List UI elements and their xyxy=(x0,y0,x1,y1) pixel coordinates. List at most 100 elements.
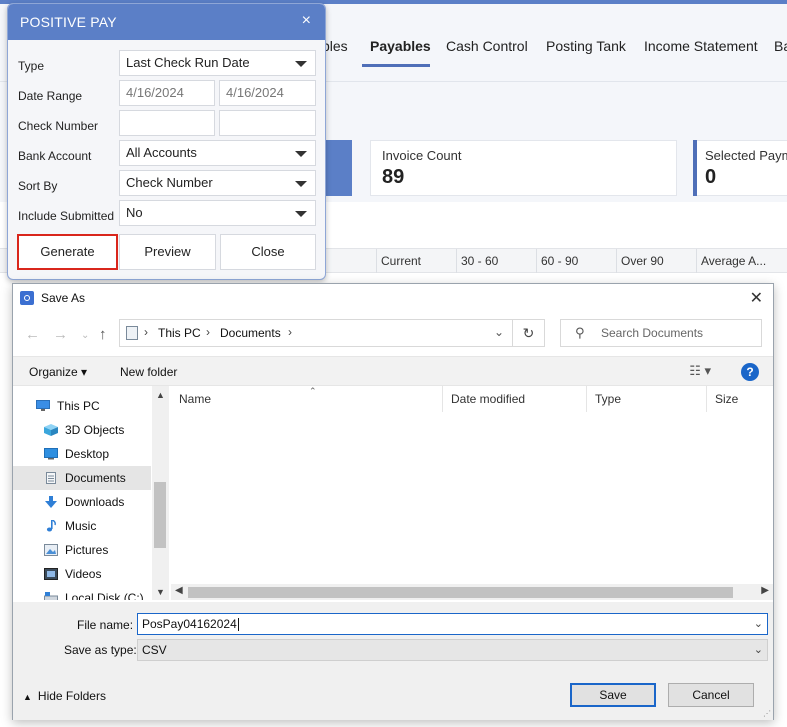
chevron-down-icon[interactable]: ⌄ xyxy=(494,325,504,339)
up-arrow-icon[interactable]: ↑ xyxy=(99,326,107,343)
column-average-age[interactable]: Average A... xyxy=(696,249,776,273)
forward-arrow-icon[interactable]: → xyxy=(53,326,68,343)
selected-payments-label: Selected Paym xyxy=(705,148,787,163)
scroll-left-icon[interactable]: ◀ xyxy=(175,585,183,596)
tree-item-label: Local Disk (C:) xyxy=(65,591,144,600)
invoice-count-card: Invoice Count 89 xyxy=(370,140,677,196)
resize-grip-icon[interactable]: ⋰ xyxy=(763,709,771,718)
breadcrumb-separator-icon[interactable]: › xyxy=(288,325,292,339)
column-name[interactable]: Name xyxy=(171,386,443,412)
chevron-down-icon[interactable]: ⌄ xyxy=(754,614,763,634)
type-value: Last Check Run Date xyxy=(126,55,250,70)
tab-balance[interactable]: Ba xyxy=(774,38,787,54)
date-from-field[interactable]: 4/16/2024 xyxy=(119,80,215,106)
column-30-60[interactable]: 30 - 60 xyxy=(456,249,536,273)
active-tab-indicator xyxy=(362,64,430,67)
new-folder-button[interactable]: New folder xyxy=(120,365,177,379)
address-bar[interactable]: › This PC › Documents › ⌄ ↻ xyxy=(119,319,545,347)
scroll-down-icon[interactable]: ▼ xyxy=(156,587,165,597)
tree-item-downloads[interactable]: Downloads xyxy=(13,490,151,514)
file-name-input[interactable]: PosPay04162024 ⌄ xyxy=(137,613,768,635)
tab-payables[interactable]: Payables xyxy=(370,38,431,54)
breadcrumb-this-pc[interactable]: This PC xyxy=(158,326,201,340)
column-over-90[interactable]: Over 90 xyxy=(616,249,696,273)
generate-button[interactable]: Generate xyxy=(17,234,118,270)
back-arrow-icon[interactable]: ← xyxy=(25,326,40,343)
scrollbar-thumb[interactable] xyxy=(154,482,166,548)
hide-folders-label: Hide Folders xyxy=(37,689,106,703)
save-button[interactable]: Save xyxy=(570,683,656,707)
column-current[interactable]: Current xyxy=(376,249,456,273)
folder-icon xyxy=(126,326,138,340)
positive-pay-title: POSITIVE PAY xyxy=(20,14,117,30)
tab-posting-tank[interactable]: Posting Tank xyxy=(546,38,626,54)
hide-folders-button[interactable]: ▲ Hide Folders xyxy=(23,689,106,703)
include-submitted-select[interactable]: No xyxy=(119,200,316,226)
view-options-icon[interactable]: ☷ ▾ xyxy=(689,363,711,379)
card-accent xyxy=(693,140,697,196)
sort-ascending-icon: ⌃ xyxy=(309,386,317,396)
tree-item-local-disk[interactable]: Local Disk (C:) xyxy=(13,586,151,600)
chevron-down-icon: ⌄ xyxy=(753,644,763,656)
close-icon[interactable]: × xyxy=(302,12,311,30)
recent-chevron-icon[interactable]: ⌄ xyxy=(81,330,89,341)
check-number-to-field[interactable] xyxy=(219,110,316,136)
refresh-icon[interactable]: ↻ xyxy=(512,320,544,346)
file-name-label: File name: xyxy=(77,618,134,632)
date-range-label: Date Range xyxy=(18,89,83,103)
disk-icon xyxy=(44,592,58,600)
tree-item-label: Desktop xyxy=(65,447,110,461)
bank-account-select[interactable]: All Accounts xyxy=(119,140,316,166)
type-select[interactable]: Last Check Run Date xyxy=(119,50,316,76)
check-number-label: Check Number xyxy=(18,119,99,133)
positive-pay-titlebar: POSITIVE PAY × xyxy=(8,4,325,40)
scrollbar-thumb[interactable] xyxy=(188,587,733,598)
file-name-value: PosPay04162024 xyxy=(142,617,237,631)
tree-item-documents[interactable]: Documents xyxy=(13,466,151,490)
tab-cash-control[interactable]: Cash Control xyxy=(446,38,528,54)
column-type[interactable]: Type xyxy=(587,386,707,412)
column-size[interactable]: Size xyxy=(707,386,773,412)
chevron-down-icon xyxy=(295,61,307,67)
tree-item-this-pc[interactable]: This PC xyxy=(13,394,151,418)
tree-scrollbar[interactable]: ▲ ▼ xyxy=(152,386,169,600)
close-button[interactable]: Close xyxy=(220,234,316,270)
tree-item-music[interactable]: Music xyxy=(13,514,151,538)
breadcrumb-separator-icon[interactable]: › xyxy=(206,325,210,339)
selected-payments-value: 0 xyxy=(705,166,717,188)
organize-button[interactable]: Organize ▾ xyxy=(29,365,87,379)
computer-icon xyxy=(36,400,50,411)
scroll-up-icon[interactable]: ▲ xyxy=(156,390,165,400)
bank-account-value: All Accounts xyxy=(126,145,197,160)
search-icon: ⚲ xyxy=(575,325,585,340)
tree-item-3d-objects[interactable]: 3D Objects xyxy=(13,418,151,442)
desktop-icon xyxy=(44,448,58,460)
save-type-select[interactable]: CSV ⌄ xyxy=(137,639,768,661)
invoice-count-value: 89 xyxy=(382,166,405,188)
invoice-count-label: Invoice Count xyxy=(382,148,462,163)
date-to-field[interactable]: 4/16/2024 xyxy=(219,80,316,106)
positive-pay-dialog: POSITIVE PAY × Type Last Check Run Date … xyxy=(7,3,326,280)
scroll-right-icon[interactable]: ▶ xyxy=(761,585,769,596)
close-icon[interactable]: ✕ xyxy=(750,288,763,308)
bank-account-label: Bank Account xyxy=(18,149,92,163)
preview-button[interactable]: Preview xyxy=(119,234,216,270)
column-60-90[interactable]: 60 - 90 xyxy=(536,249,616,273)
breadcrumb-separator-icon[interactable]: › xyxy=(144,325,148,339)
breadcrumb-documents[interactable]: Documents xyxy=(220,326,281,340)
tree-item-videos[interactable]: Videos xyxy=(13,562,151,586)
save-type-label: Save as type: xyxy=(64,643,137,657)
sort-by-select[interactable]: Check Number xyxy=(119,170,316,196)
tree-item-label: Music xyxy=(65,519,97,533)
tree-item-label: Pictures xyxy=(65,543,109,557)
tree-item-pictures[interactable]: Pictures xyxy=(13,538,151,562)
file-list-scrollbar[interactable]: ◀ ▶ xyxy=(171,584,773,600)
cancel-button[interactable]: Cancel xyxy=(668,683,754,707)
search-box[interactable]: ⚲ Search Documents xyxy=(560,319,762,347)
help-icon[interactable]: ? xyxy=(741,363,759,381)
check-number-from-field[interactable] xyxy=(119,110,215,136)
tree-item-desktop[interactable]: Desktop xyxy=(13,442,151,466)
tree-item-label: Documents xyxy=(65,471,126,485)
column-date-modified[interactable]: Date modified xyxy=(443,386,587,412)
tab-income-statement[interactable]: Income Statement xyxy=(644,38,758,54)
